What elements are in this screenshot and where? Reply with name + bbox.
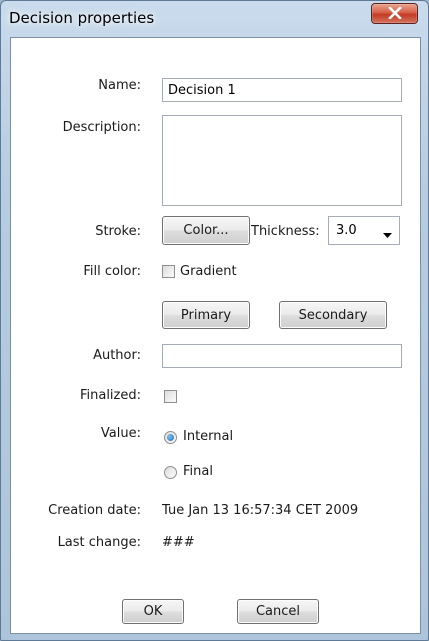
value-internal-radio[interactable]: [164, 431, 177, 444]
close-button[interactable]: [371, 3, 418, 24]
primary-button[interactable]: Primary: [162, 301, 250, 329]
description-label: Description:: [62, 120, 141, 135]
title-bar[interactable]: Decision properties: [1, 1, 428, 37]
thickness-select[interactable]: 3.0: [328, 216, 400, 245]
thickness-value: 3.0: [336, 223, 357, 238]
name-input[interactable]: [162, 78, 402, 102]
value-internal-label: Internal: [183, 429, 234, 444]
last-change-value: ###: [162, 535, 195, 550]
value-final-label: Final: [183, 464, 213, 479]
window-title: Decision properties: [9, 9, 155, 27]
value-label: Value:: [100, 426, 141, 441]
secondary-button-label: Secondary: [298, 307, 368, 323]
stroke-label: Stroke:: [95, 224, 141, 239]
value-final-radio[interactable]: [164, 466, 177, 479]
fill-color-label: Fill color:: [83, 264, 141, 279]
description-input[interactable]: [162, 115, 402, 206]
gradient-checkbox[interactable]: [162, 265, 175, 278]
finalized-checkbox[interactable]: [164, 390, 177, 403]
creation-date-value: Tue Jan 13 16:57:34 CET 2009: [162, 503, 359, 518]
cancel-button-label: Cancel: [255, 604, 301, 619]
dialog-content: Name: Description: Stroke: Color... Thic…: [10, 37, 421, 634]
creation-date-label: Creation date:: [48, 503, 141, 518]
thickness-label: Thickness:: [251, 224, 320, 239]
last-change-label: Last change:: [57, 535, 141, 550]
ok-button[interactable]: OK: [122, 599, 184, 624]
cancel-button[interactable]: Cancel: [237, 599, 319, 624]
chevron-down-icon: [383, 228, 392, 243]
name-label: Name:: [98, 78, 141, 93]
color-button-label: Color...: [183, 223, 229, 238]
secondary-button[interactable]: Secondary: [279, 301, 387, 329]
color-button[interactable]: Color...: [162, 216, 250, 245]
finalized-label: Finalized:: [79, 388, 141, 403]
author-input[interactable]: [162, 344, 402, 368]
ok-button-label: OK: [143, 604, 163, 619]
author-label: Author:: [93, 348, 141, 363]
primary-button-label: Primary: [180, 307, 232, 323]
dialog-window: Decision properties Name: Description: S…: [0, 0, 429, 641]
close-icon: [387, 4, 402, 23]
gradient-label: Gradient: [180, 264, 237, 279]
